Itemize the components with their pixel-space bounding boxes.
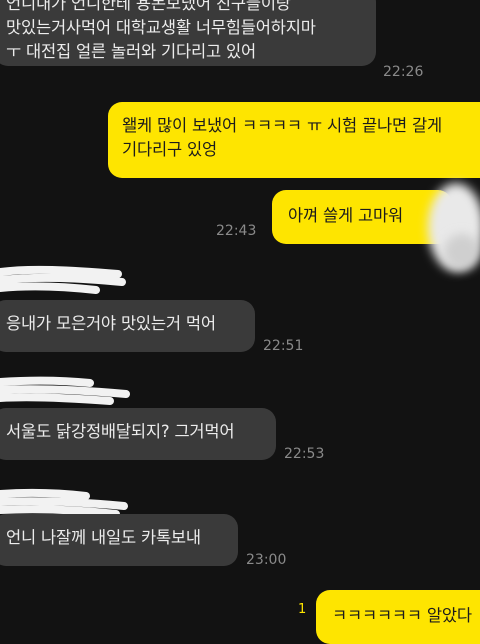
message-time: 22:43 xyxy=(216,223,257,239)
message-time: 22:26 xyxy=(383,64,424,80)
message-time: 22:53 xyxy=(284,446,325,462)
message-bubble[interactable]: 서울도 닭강정배달되지? 그거먹어 xyxy=(0,408,276,460)
message-time: 23:00 xyxy=(246,552,287,568)
message-bubble[interactable]: 언니내가 언니한테 용돈보냈어 친구들이랑 맛있는거사먹어 대학교생활 너무힘들… xyxy=(0,0,376,66)
redaction-scribble xyxy=(0,376,130,405)
redaction-scribble xyxy=(0,265,126,294)
unread-count: 1 xyxy=(298,602,307,617)
message-time: 22:51 xyxy=(263,338,304,354)
message-bubble[interactable]: 언니 나잘께 내일도 카톡보내 xyxy=(0,514,238,566)
message-bubble[interactable]: 왤케 많이 보냈어 ㅋㅋㅋㅋ ㅠ 시험 끝나면 갈게 기다리구 있엉 xyxy=(108,102,480,178)
message-bubble[interactable]: 응내가 모은거야 맛있는거 먹어 xyxy=(0,300,255,352)
message-bubble[interactable]: ㅋㅋㅋㅋㅋㅋ 알았다 xyxy=(316,590,480,644)
privacy-blur xyxy=(428,183,480,271)
